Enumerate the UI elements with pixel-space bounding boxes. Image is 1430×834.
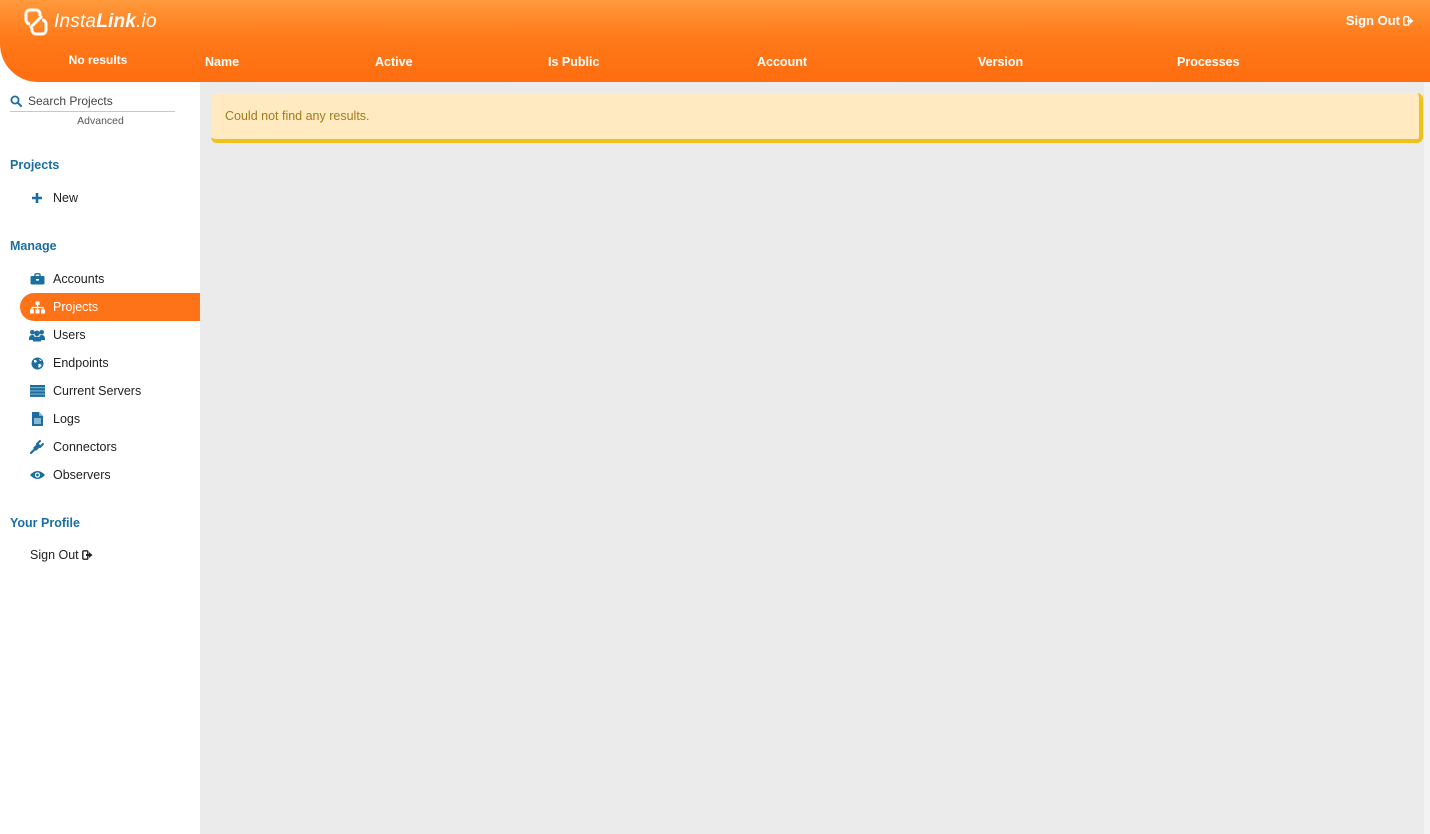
search-row: [10, 94, 175, 112]
sidebar-item-label: Observers: [53, 468, 111, 482]
sidebar-item-accounts[interactable]: Accounts: [20, 265, 200, 293]
results-count-label: No results: [68, 53, 128, 67]
search-input[interactable]: [28, 94, 168, 108]
manage-section-title: Manage: [10, 239, 57, 253]
sidebar-item-current-servers[interactable]: Current Servers: [20, 377, 200, 405]
brand-logo[interactable]: InstaLink.io: [22, 8, 157, 36]
column-header-is-public[interactable]: Is Public: [548, 55, 599, 69]
sidebar-item-label: Users: [53, 328, 86, 342]
profile-section-title: Your Profile: [10, 516, 80, 530]
sidebar-item-observers[interactable]: Observers: [20, 461, 200, 489]
header-sign-out-label: Sign Out: [1345, 13, 1400, 28]
column-header-processes[interactable]: Processes: [1177, 55, 1240, 69]
sign-out-icon: [81, 550, 93, 560]
column-header-account[interactable]: Account: [757, 55, 807, 69]
sidebar-item-projects[interactable]: Projects: [20, 293, 200, 321]
server-icon: [29, 384, 45, 398]
eye-icon: [29, 468, 45, 482]
sitemap-icon: [29, 300, 45, 314]
header-sign-out-link[interactable]: Sign Out: [1346, 13, 1414, 28]
column-header-version[interactable]: Version: [978, 55, 1023, 69]
sidebar-sign-out-link[interactable]: Sign Out: [30, 548, 93, 562]
project-search: Advanced: [10, 94, 175, 127]
sidebar-item-label: Connectors: [53, 440, 117, 454]
briefcase-icon: [29, 272, 45, 286]
sidebar-item-new-project[interactable]: New: [20, 184, 200, 212]
sidebar-item-label: Logs: [53, 412, 81, 426]
sidebar-item-label: Endpoints: [53, 356, 109, 370]
sidebar-item-label: Accounts: [53, 272, 105, 286]
users-icon: [29, 328, 45, 342]
sign-out-icon: [1403, 15, 1414, 26]
search-icon: [10, 95, 22, 107]
top-header: [0, 0, 1430, 82]
column-header-name[interactable]: Name: [205, 55, 239, 69]
advanced-search-link[interactable]: Advanced: [10, 115, 175, 127]
sidebar: Advanced Projects New Manage Accounts: [0, 82, 200, 834]
alert-message: Could not find any results.: [225, 109, 370, 123]
window-right-edge: [1424, 82, 1430, 834]
sidebar-item-users[interactable]: Users: [20, 321, 200, 349]
link-logo-icon: [24, 8, 48, 36]
sidebar-item-logs[interactable]: Logs: [20, 405, 200, 433]
no-results-alert: Could not find any results.: [211, 93, 1423, 143]
file-icon: [29, 412, 45, 426]
plug-icon: [29, 440, 45, 454]
projects-section-title: Projects: [10, 158, 60, 172]
column-header-active[interactable]: Active: [375, 55, 413, 69]
plus-icon: [29, 191, 45, 205]
app-window: InstaLink.io No results Sign Out Name Ac…: [0, 0, 1430, 834]
sidebar-item-endpoints[interactable]: Endpoints: [20, 349, 200, 377]
sidebar-item-label: Current Servers: [53, 384, 142, 398]
sidebar-sign-out-label: Sign Out: [30, 548, 79, 562]
sidebar-item-connectors[interactable]: Connectors: [20, 433, 200, 461]
brand-name: InstaLink.io: [54, 11, 157, 32]
globe-icon: [29, 356, 45, 370]
sidebar-item-label: New: [53, 191, 79, 205]
sidebar-item-label: Projects: [53, 300, 99, 314]
